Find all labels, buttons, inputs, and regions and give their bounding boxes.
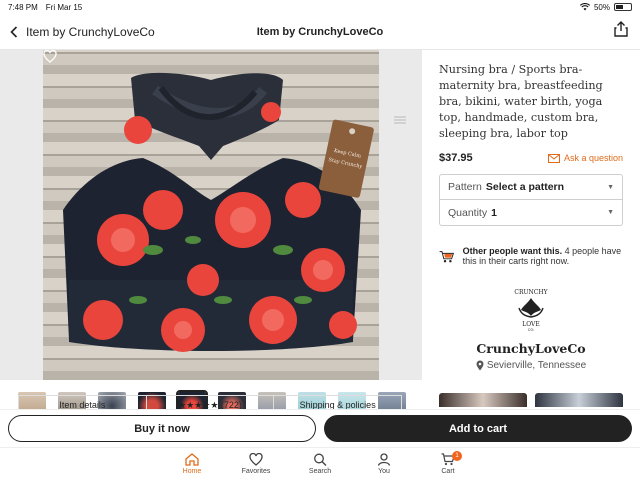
tab-label: Home	[182, 468, 202, 475]
location-pin-icon	[476, 360, 484, 371]
dropdown-caret-icon: ▼	[607, 209, 614, 216]
pattern-value: Select a pattern	[485, 181, 565, 193]
review-count: (722)	[220, 400, 242, 409]
svg-text:LOVE: LOVE	[522, 321, 540, 328]
add-to-cart-button[interactable]: Add to cart	[324, 415, 632, 442]
tab-label: You	[378, 468, 390, 475]
favorite-heart-icon[interactable]	[43, 50, 57, 63]
tab-cart[interactable]: 1 Cart	[431, 448, 465, 480]
demand-headline: Other people want this.	[462, 246, 563, 256]
bra-illustration: Keep Calm Stay Crunchy	[63, 72, 374, 352]
product-photo[interactable]: Keep Calm Stay Crunchy	[43, 50, 379, 380]
star-rating: ★★★★★	[178, 400, 219, 409]
cart-badge: 1	[452, 451, 462, 461]
tab-home[interactable]: Home	[175, 448, 209, 480]
back-button[interactable]: Item by CrunchyLoveCo	[0, 25, 155, 39]
pattern-select[interactable]: Pattern Select a pattern ▼	[439, 174, 623, 200]
dropdown-caret-icon: ▼	[607, 183, 614, 191]
svg-text:CRUNCHY: CRUNCHY	[514, 289, 548, 296]
status-date: Fri Mar 15	[45, 2, 83, 12]
heart-icon	[249, 453, 263, 466]
tab-search[interactable]: Search	[303, 448, 337, 480]
tab-label: Favorites	[241, 468, 271, 475]
nav-bar: Item by CrunchyLoveCo Item by CrunchyLov…	[0, 14, 640, 50]
image-gallery: Keep Calm Stay Crunchy	[0, 50, 422, 422]
tab-item-details[interactable]: Item details	[19, 396, 147, 409]
shop-item-thumbnail[interactable]	[439, 393, 527, 407]
status-bar: 7:48 PM Fri Mar 15 50%	[0, 0, 640, 14]
more-menu-icon[interactable]	[394, 116, 406, 124]
quantity-select[interactable]: Quantity 1 ▼	[439, 200, 623, 226]
shopping-cart-icon	[439, 251, 455, 263]
tab-you[interactable]: You	[367, 448, 401, 480]
tab-label: Cart	[441, 468, 455, 475]
quantity-label: Quantity	[448, 206, 488, 219]
svg-text:CO.: CO.	[528, 328, 534, 332]
quantity-value: 1	[491, 206, 497, 219]
mail-icon	[547, 153, 560, 163]
home-icon	[185, 453, 199, 466]
ask-question-label: Ask a question	[563, 153, 623, 163]
ask-question-link[interactable]: Ask a question	[547, 153, 623, 163]
person-icon	[377, 453, 391, 466]
share-icon	[614, 21, 628, 37]
details-tabs: Item details ★★★★★ (722) Shipping & poli…	[18, 395, 402, 409]
shop-location-text: Sevierville, Tennessee	[486, 360, 587, 371]
chevron-left-icon	[10, 25, 18, 38]
tab-label: Search	[308, 468, 332, 475]
share-button[interactable]	[614, 21, 640, 42]
wifi-icon	[579, 3, 590, 11]
tab-reviews[interactable]: ★★★★★ (722)	[147, 396, 275, 409]
search-icon	[314, 453, 327, 466]
shop-info[interactable]: CRUNCHY LOVE CO. CrunchyLoveCo Seviervil…	[439, 286, 623, 371]
price-row: $37.95 Ask a question	[439, 152, 623, 164]
action-bar: Buy it now Add to cart	[0, 409, 640, 447]
buy-now-button[interactable]: Buy it now	[8, 415, 316, 442]
shop-item-thumbnail[interactable]	[535, 393, 623, 407]
shop-name[interactable]: CrunchyLoveCo	[439, 341, 623, 356]
shop-items-preview	[439, 393, 623, 407]
demand-notice: Other people want this. 4 people have th…	[439, 246, 623, 268]
shop-location: Sevierville, Tennessee	[439, 360, 623, 371]
price: $37.95	[439, 152, 473, 164]
back-label: Item by CrunchyLoveCo	[26, 24, 155, 39]
app-screen: 7:48 PM Fri Mar 15 50% Item by CrunchyLo…	[0, 0, 640, 480]
status-time: 7:48 PM	[8, 2, 38, 12]
tab-shipping-policies[interactable]: Shipping & policies	[274, 396, 401, 409]
battery-icon	[614, 3, 632, 11]
battery-percent: 50%	[593, 2, 610, 12]
shop-logo: CRUNCHY LOVE CO.	[514, 289, 548, 332]
tab-favorites[interactable]: Favorites	[239, 448, 273, 480]
tab-bar: Home Favorites Search You 1 Cart	[0, 447, 640, 480]
pattern-label: Pattern	[448, 181, 482, 193]
listing-title: Nursing bra / Sports bra- maternity bra,…	[439, 63, 603, 140]
listing-details: Nursing bra / Sports bra- maternity bra,…	[439, 62, 623, 371]
